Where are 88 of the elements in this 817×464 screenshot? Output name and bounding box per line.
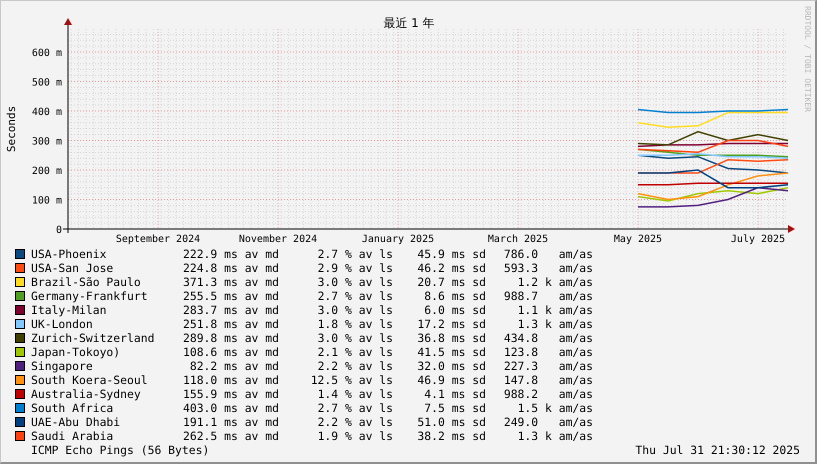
x-tick-label: March 2025 [488, 234, 548, 245]
y-tick-label: 400 m [32, 107, 62, 118]
legend-name: Brazil-São Paulo [30, 275, 142, 289]
median-value: 155.9 ms av md [182, 387, 279, 401]
chart-title: 最近 1 年 [383, 16, 435, 30]
legend-name: Saudi Arabia [30, 429, 114, 443]
loss-value: 3.0 % av ls [318, 275, 393, 289]
median-value: 82.2 ms av md [190, 359, 279, 373]
median-value: 251.8 ms av md [182, 317, 279, 331]
ratio-value: 1.3 k am/as [518, 429, 593, 443]
loss-value: 2.2 % av ls [318, 359, 393, 373]
median-value: 403.0 ms av md [182, 401, 279, 415]
timestamp: Thu Jul 31 21:30:12 2025 [635, 443, 800, 457]
legend-name: USA-San Jose [30, 261, 114, 275]
sd-value: 46.9 ms sd [417, 373, 486, 387]
legend-name: Australia-Sydney [30, 387, 142, 401]
loss-value: 2.7 % av ls [318, 401, 393, 415]
loss-value: 1.9 % av ls [318, 429, 393, 443]
ratio-value: 123.8 am/as [504, 345, 593, 359]
loss-value: 2.9 % av ls [318, 261, 393, 275]
loss-value: 2.7 % av ls [318, 289, 393, 303]
sd-value: 7.5 ms sd [424, 401, 486, 415]
loss-value: 3.0 % av ls [318, 331, 393, 345]
x-tick-label: November 2024 [238, 234, 318, 245]
sd-value: 8.6 ms sd [424, 289, 486, 303]
sd-value: 36.8 ms sd [417, 331, 486, 345]
sd-value: 46.2 ms sd [417, 261, 486, 275]
sd-value: 45.9 ms sd [417, 247, 486, 261]
legend-name: Germany-Frankfurt [30, 289, 149, 303]
y-tick-label: 200 m [32, 166, 62, 177]
median-value: 222.9 ms av md [182, 247, 279, 261]
legend-name: Italy-Milan [30, 303, 108, 317]
ratio-value: 249.0 am/as [504, 415, 593, 429]
y-axis-title: Seconds [5, 106, 18, 152]
legend-name: South Koera-Seoul [30, 373, 149, 387]
median-value: 283.7 ms av md [182, 303, 279, 317]
sd-value: 20.7 ms sd [417, 275, 486, 289]
probe-label: ICMP Echo Pings (56 Bytes) [31, 443, 210, 457]
x-tick-label: May 2025 [614, 234, 662, 245]
sd-value: 4.1 ms sd [424, 387, 486, 401]
sd-value: 51.0 ms sd [417, 415, 486, 429]
legend-name: UK-London [30, 317, 94, 331]
y-tick-label: 100 m [32, 196, 62, 206]
ratio-value: 227.3 am/as [504, 359, 593, 373]
median-value: 262.5 ms av md [182, 429, 279, 443]
ratio-value: 1.3 k am/as [518, 317, 593, 331]
ratio-value: 147.8 am/as [504, 373, 593, 387]
y-tick-label: 0 [56, 225, 62, 236]
median-value: 289.8 ms av md [182, 331, 279, 345]
median-value: 371.3 ms av md [182, 275, 279, 289]
ratio-value: 1.5 k am/as [518, 401, 593, 415]
legend-name: USA-Phoenix [30, 247, 108, 261]
legend-name: Singapore [30, 359, 94, 373]
ratio-value: 1.2 k am/as [518, 275, 593, 289]
ratio-value: 593.3 am/as [504, 261, 593, 275]
sd-value: 41.5 ms sd [417, 345, 486, 359]
y-tick-label: 600 m [32, 48, 62, 59]
median-value: 191.1 ms av md [182, 415, 279, 429]
loss-value: 2.2 % av ls [318, 415, 393, 429]
median-value: 108.6 ms av md [182, 345, 279, 359]
legend-name: Japan-Tokoyo) [30, 345, 122, 359]
legend-name: UAE-Abu Dhabi [30, 415, 122, 429]
y-tick-label: 300 m [32, 136, 62, 148]
watermark-text: RRDTOOL / TOBI OETIKER [803, 6, 812, 112]
median-value: 118.0 ms av md [182, 373, 279, 387]
loss-value: 1.4 % av ls [318, 387, 393, 401]
y-tick-label: 500 m [32, 78, 62, 88]
legend-name: Zurich-Switzerland [30, 331, 154, 345]
x-tick-label: January 2025 [362, 234, 434, 245]
loss-value: 12.5 % av ls [310, 373, 393, 387]
ratio-value: 988.2 am/as [504, 387, 593, 401]
median-value: 224.8 ms av md [182, 261, 279, 275]
x-tick-label: September 2024 [116, 234, 200, 245]
median-value: 255.5 ms av md [182, 289, 279, 303]
sd-value: 17.2 ms sd [417, 317, 486, 331]
ratio-value: 1.1 k am/as [518, 303, 593, 317]
sd-value: 32.0 ms sd [417, 359, 486, 373]
loss-value: 2.1 % av ls [318, 345, 393, 359]
legend-name: South Africa [30, 401, 114, 415]
loss-value: 1.8 % av ls [318, 317, 393, 331]
ratio-value: 434.8 am/as [504, 331, 593, 345]
sd-value: 38.2 ms sd [417, 429, 486, 443]
sd-value: 6.0 ms sd [424, 303, 486, 317]
ratio-value: 988.7 am/as [504, 289, 593, 303]
ratio-value: 786.0 am/as [504, 247, 593, 261]
x-tick-label: July 2025 [730, 234, 786, 245]
loss-value: 3.0 % av ls [318, 303, 393, 317]
loss-value: 2.7 % av ls [318, 247, 393, 261]
